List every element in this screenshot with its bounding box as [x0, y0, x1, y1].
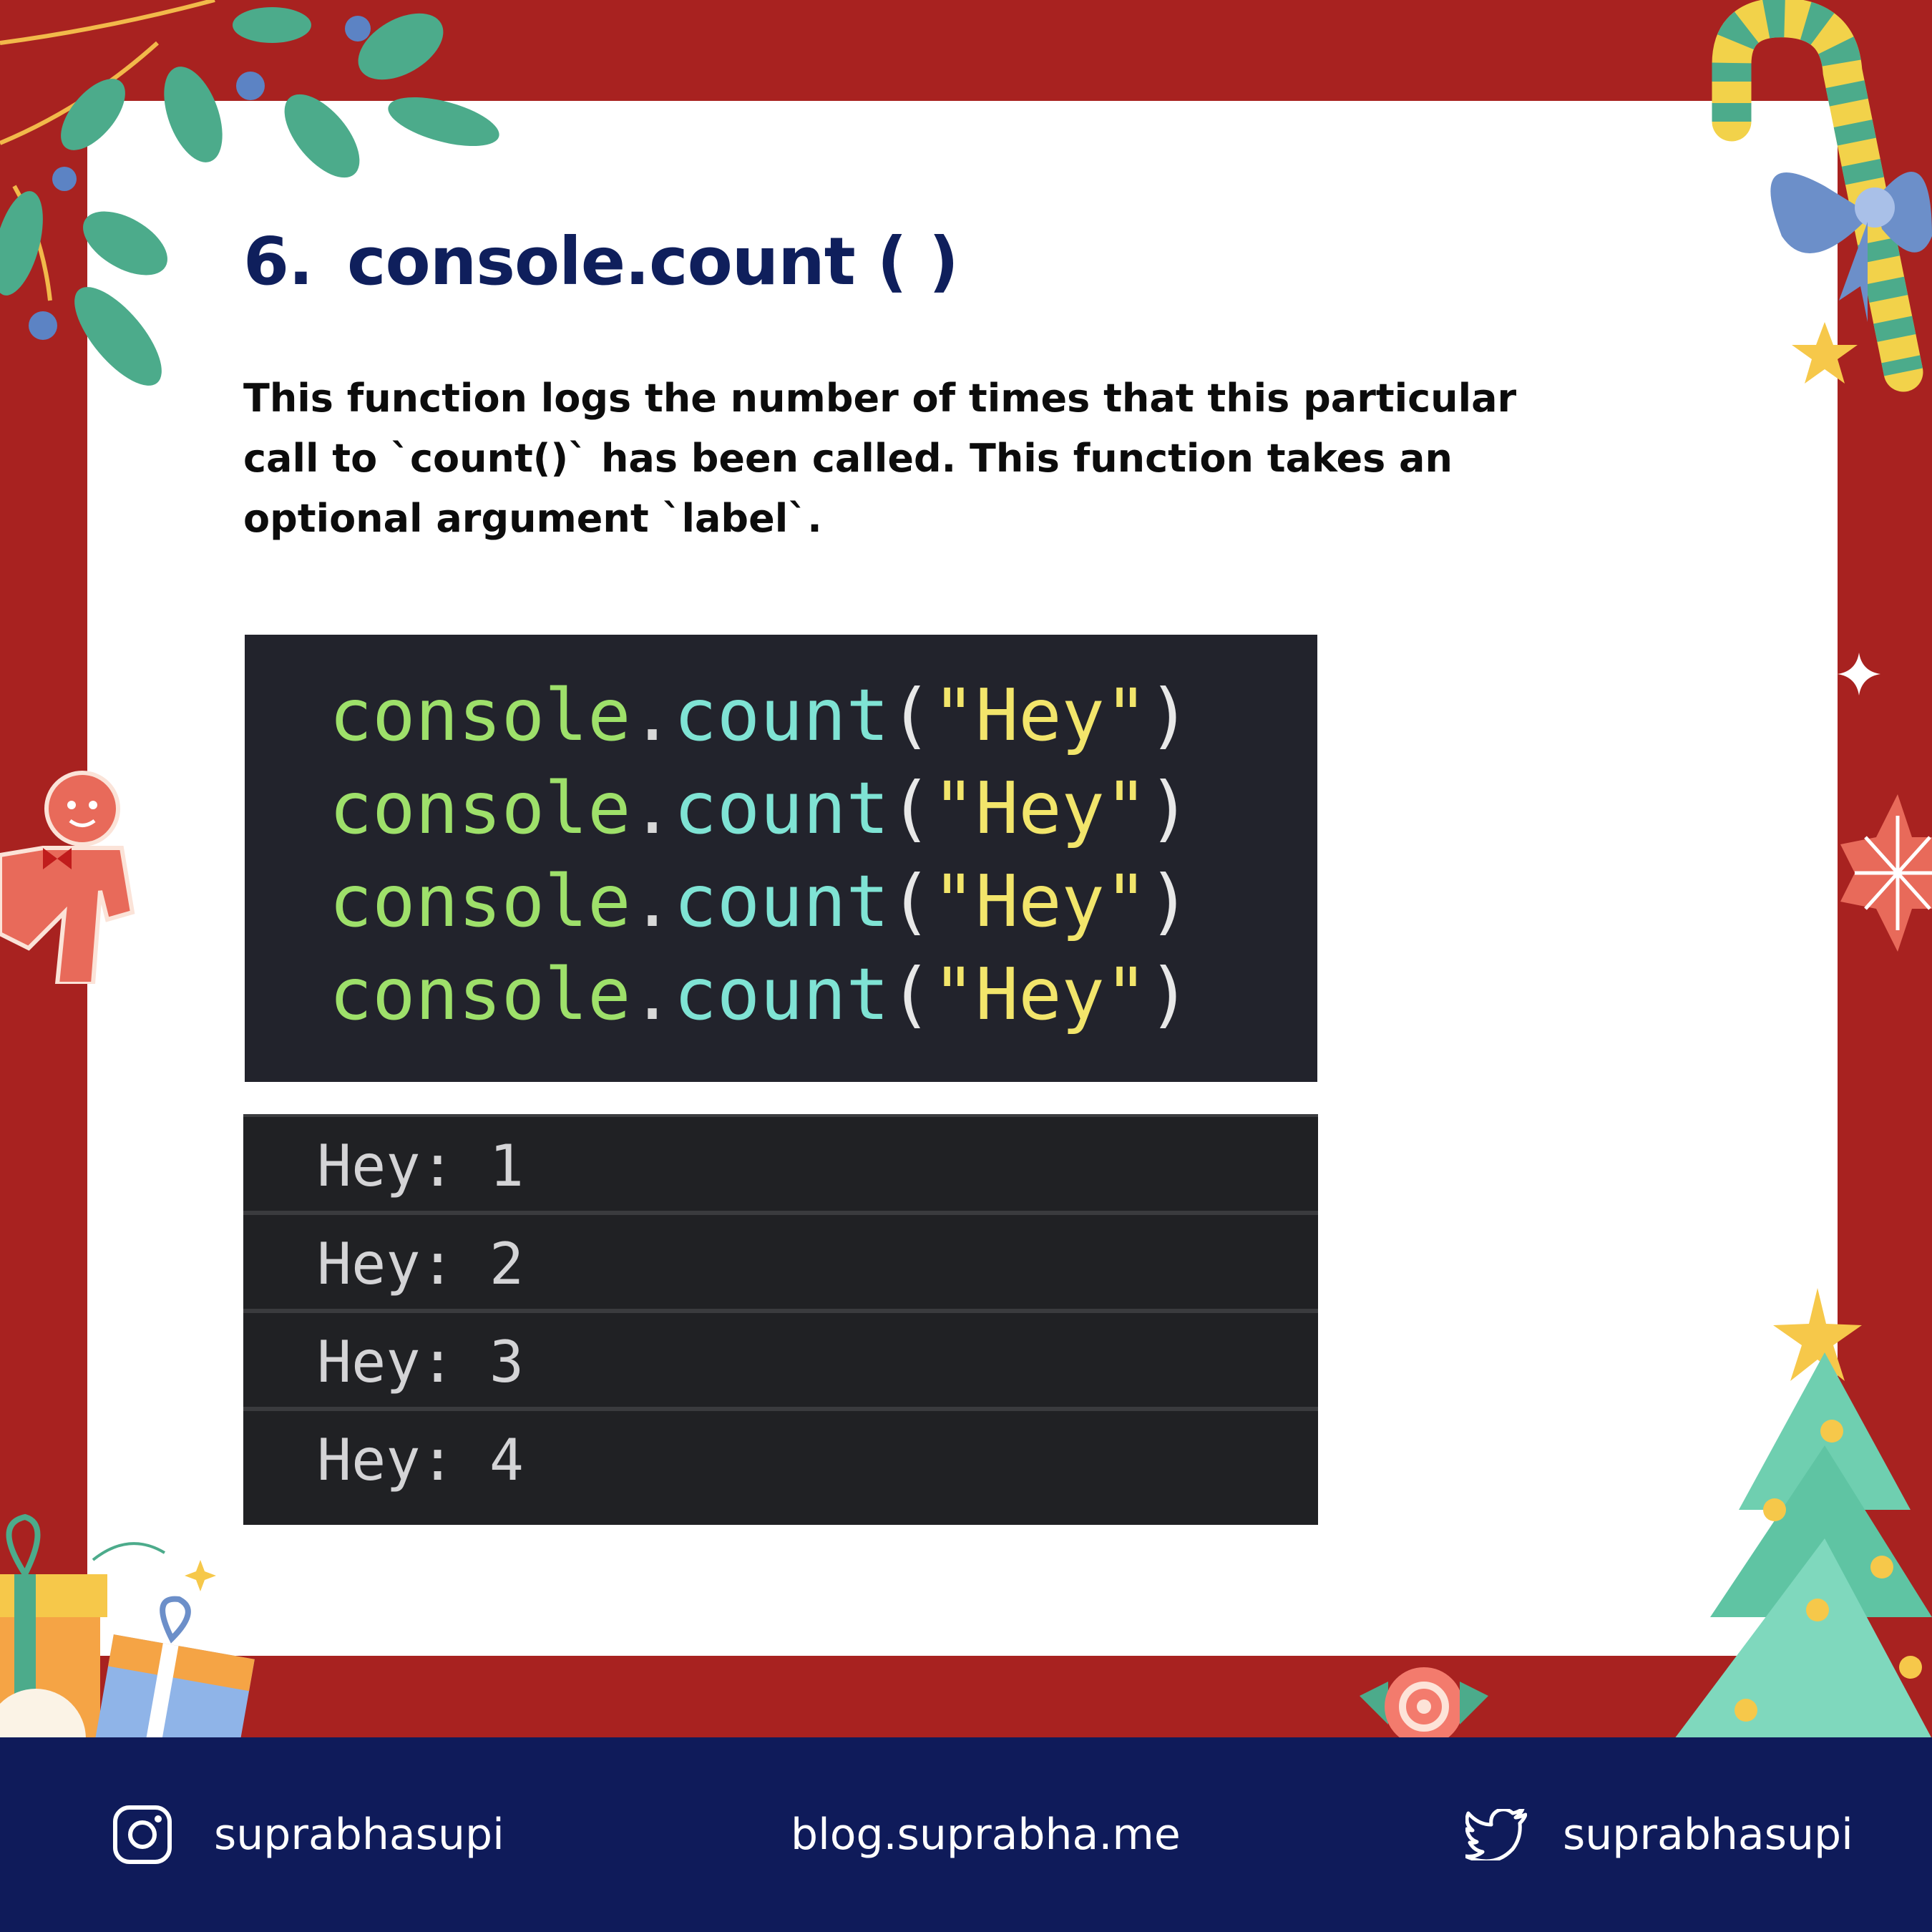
code-paren: (	[889, 673, 932, 757]
sparkle-icon	[1838, 653, 1880, 696]
code-object: console	[329, 859, 631, 943]
christmas-tree-decoration	[1674, 1288, 1932, 1739]
code-paren: (	[889, 766, 932, 850]
instagram-handle: suprabhasupi	[214, 1810, 504, 1860]
slide-number: 6.	[243, 223, 313, 300]
console-row: Hey: 2	[243, 1215, 1318, 1313]
code-string: "Hey"	[932, 952, 1148, 1036]
code-function: count	[673, 952, 889, 1036]
code-object: console	[329, 673, 631, 757]
leaves-decoration	[0, 0, 499, 386]
slide-title: console.count ( )	[346, 223, 959, 300]
instagram-icon	[113, 1805, 172, 1864]
code-function: count	[673, 859, 889, 943]
console-row: Hey: 1	[243, 1117, 1318, 1215]
twitter-handle: suprabhasupi	[1563, 1810, 1853, 1860]
page-title: 6. console.count ( )	[243, 223, 959, 300]
description-text: This function logs the number of times t…	[243, 376, 1517, 541]
gingerbread-decoration	[0, 771, 135, 984]
code-line: console.count("Hey")	[329, 669, 1317, 762]
code-paren: )	[1147, 952, 1191, 1036]
code-paren: )	[1147, 766, 1191, 850]
code-paren: (	[889, 859, 932, 943]
code-function: count	[673, 766, 889, 850]
code-dot: .	[630, 952, 674, 1036]
code-line: console.count("Hey")	[329, 855, 1317, 948]
code-paren: )	[1147, 859, 1191, 943]
code-object: console	[329, 952, 631, 1036]
candy-decoration	[1360, 1667, 1488, 1746]
code-string: "Hey"	[932, 766, 1148, 850]
candy-cane-decoration	[1712, 0, 1932, 392]
code-string: "Hey"	[932, 673, 1148, 757]
code-line: console.count("Hey")	[329, 948, 1317, 1041]
code-string: "Hey"	[932, 859, 1148, 943]
code-paren: (	[889, 952, 932, 1036]
blog-link[interactable]: blog.suprabha.me	[791, 1737, 1181, 1932]
twitter-link[interactable]: suprabhasupi	[1465, 1737, 1853, 1932]
instagram-link[interactable]: suprabhasupi	[112, 1737, 504, 1932]
blog-url: blog.suprabha.me	[791, 1810, 1181, 1860]
console-row: Hey: 3	[243, 1313, 1318, 1411]
twitter-icon	[1465, 1809, 1527, 1860]
console-output: Hey: 1 Hey: 2 Hey: 3 Hey: 4	[243, 1114, 1318, 1525]
console-row: Hey: 4	[317, 1427, 524, 1493]
code-line: console.count("Hey")	[329, 762, 1317, 855]
code-dot: .	[630, 673, 674, 757]
footer-bar: suprabhasupi blog.suprabha.me suprabhasu…	[0, 1737, 1932, 1932]
code-function: count	[673, 673, 889, 757]
code-snippet: console.count("Hey") console.count("Hey"…	[245, 635, 1317, 1082]
code-object: console	[329, 766, 631, 850]
snowflake-cookie-decoration	[1840, 794, 1932, 952]
code-dot: .	[630, 766, 674, 850]
code-paren: )	[1147, 673, 1191, 757]
code-dot: .	[630, 859, 674, 943]
